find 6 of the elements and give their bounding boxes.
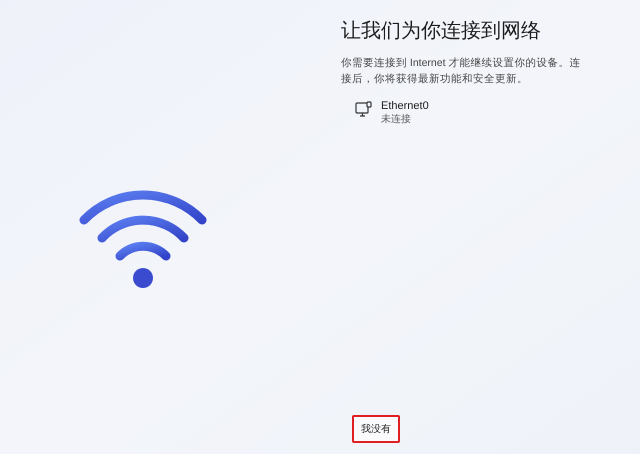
- skip-button[interactable]: 我没有: [352, 415, 400, 443]
- wired-network-icon: [355, 101, 373, 119]
- network-status: 未连接: [381, 113, 412, 127]
- network-name[interactable]: Ethernet0: [381, 99, 429, 113]
- description-text: 你需要连接到 Internet 才能继续设置你的设备。连接后，你将获得最新功能和安全更新。: [341, 56, 582, 87]
- page-title: 让我们为你连接到网络: [341, 19, 542, 44]
